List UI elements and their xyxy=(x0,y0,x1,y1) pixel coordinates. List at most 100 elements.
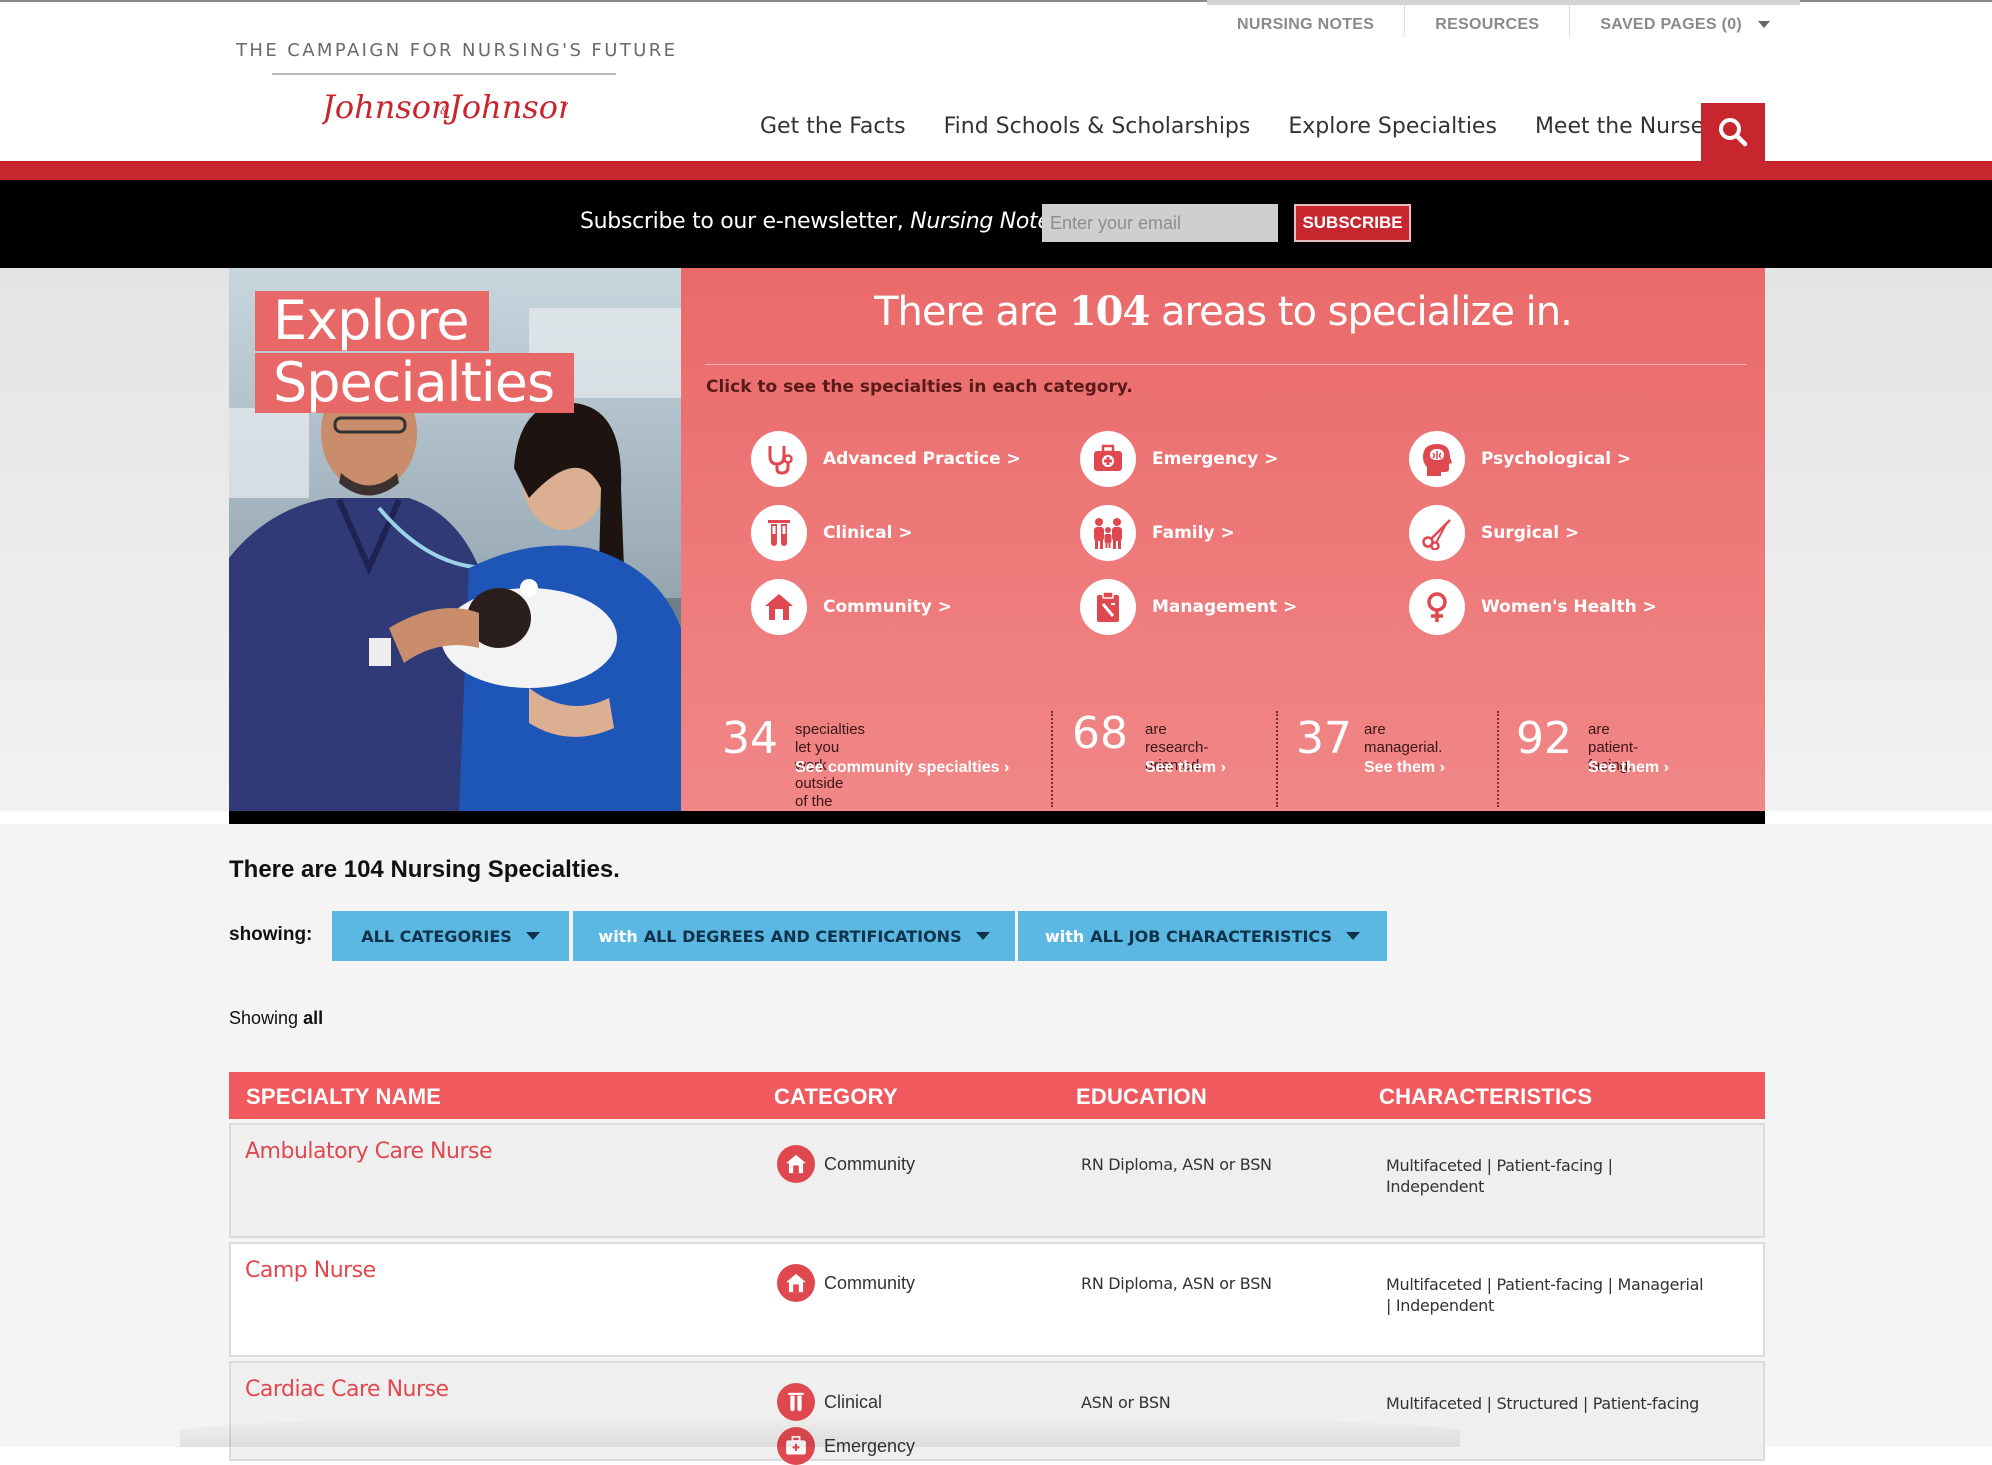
see-patient-facing-link[interactable]: See them › xyxy=(1588,759,1669,777)
jnj-logo[interactable]: Johnson & Johnson xyxy=(316,86,579,135)
hero-title-line2: Specialties xyxy=(255,353,575,413)
headline-post: areas to specialize in. xyxy=(1161,289,1573,335)
category-instruction: Click to see the specialties in each cat… xyxy=(706,377,1133,397)
campaign-title[interactable]: THE CAMPAIGN FOR NURSING'S FUTURE xyxy=(236,40,677,61)
chevron-down-icon xyxy=(1758,21,1771,29)
table-row[interactable]: Camp Nurse Community RN Diploma, ASN or … xyxy=(229,1242,1765,1357)
education-text: RN Diploma, ASN or BSN xyxy=(1081,1155,1272,1174)
nav-get-the-facts[interactable]: Get the Facts xyxy=(760,114,906,139)
main-nav: Get the Facts Find Schools & Scholarship… xyxy=(760,114,1754,139)
logo-divider xyxy=(272,73,616,75)
category-advanced-practice[interactable]: Advanced Practice > xyxy=(751,431,1021,487)
svg-text:&: & xyxy=(440,106,449,117)
category-label: Surgical > xyxy=(1481,523,1580,543)
clipboard-icon xyxy=(1080,579,1136,635)
characteristics-text: Multifaceted | Structured | Patient-faci… xyxy=(1386,1394,1700,1413)
family-icon xyxy=(1080,505,1136,561)
saved-pages-dropdown[interactable]: SAVED PAGES (0) xyxy=(1570,0,1801,36)
showing-status: Showing all xyxy=(229,1008,323,1029)
jnj-script-logo-icon: Johnson & Johnson xyxy=(316,88,579,126)
stat-number: 34 xyxy=(722,713,778,764)
filter-label: ALL CATEGORIES xyxy=(361,926,512,946)
category-label: Clinical > xyxy=(823,523,913,543)
showing-text: Showing xyxy=(229,1008,299,1028)
category-psychological[interactable]: Psychological > xyxy=(1409,431,1631,487)
hero-divider xyxy=(705,364,1747,365)
newsletter-name: Nursing Notes xyxy=(910,209,1062,234)
resources-link[interactable]: RESOURCES xyxy=(1405,0,1571,36)
see-research-link[interactable]: See them › xyxy=(1145,759,1226,777)
specialty-name-link[interactable]: Cardiac Care Nurse xyxy=(245,1377,449,1402)
chevron-down-icon xyxy=(975,932,990,940)
specialty-name-link[interactable]: Camp Nurse xyxy=(245,1258,376,1283)
newsletter-text: Subscribe to our e-newsletter, Nursing N… xyxy=(580,209,1062,234)
hero-title-line1: Explore xyxy=(255,291,489,351)
nav-explore-specialties[interactable]: Explore Specialties xyxy=(1288,114,1497,139)
category-management[interactable]: Management > xyxy=(1080,579,1297,635)
filter-label: ALL DEGREES AND CERTIFICATIONS xyxy=(643,926,962,946)
category-emergency[interactable]: Emergency > xyxy=(1080,431,1278,487)
nursing-notes-link[interactable]: NURSING NOTES xyxy=(1207,0,1406,36)
category-text: Community xyxy=(824,1153,916,1174)
header-red-bar xyxy=(0,161,1992,180)
see-managerial-link[interactable]: See them › xyxy=(1364,759,1445,777)
scissors-icon xyxy=(1409,505,1465,561)
stat-divider xyxy=(1051,711,1053,807)
hero-bottom-bar xyxy=(229,811,1765,824)
category-text: Clinical xyxy=(824,1391,883,1412)
chevron-down-icon xyxy=(1346,932,1360,940)
characteristics-text: Multifaceted | Patient-facing | Manageri… xyxy=(1386,1275,1704,1315)
showing-label: showing: xyxy=(229,924,313,945)
category-label: Family > xyxy=(1152,523,1235,543)
characteristics-text: Multifaceted | Patient-facing | Independe… xyxy=(1386,1156,1613,1196)
stat-description: are managerial. xyxy=(1364,721,1443,756)
column-characteristics[interactable]: CHARACTERISTICS xyxy=(1379,1084,1592,1110)
category-womens-health[interactable]: Women's Health > xyxy=(1409,579,1657,635)
female-symbol-icon xyxy=(1409,579,1465,635)
brain-head-icon xyxy=(1409,431,1465,487)
category-text: Community xyxy=(824,1272,916,1293)
specialties-heading: There are 104 Nursing Specialties. xyxy=(229,856,620,883)
characteristics-filter[interactable]: with ALL JOB CHARACTERISTICS xyxy=(1018,911,1387,961)
education-text: ASN or BSN xyxy=(1081,1393,1171,1412)
category-label: Psychological > xyxy=(1481,449,1632,469)
filter-prefix: with xyxy=(598,926,638,946)
see-community-specialties-link[interactable]: See community specialties › xyxy=(795,759,1009,777)
degree-filter[interactable]: with ALL DEGREES AND CERTIFICATIONS xyxy=(573,911,1015,961)
stethoscope-icon xyxy=(751,431,807,487)
row-category: Community xyxy=(777,1264,915,1302)
specialty-name-link[interactable]: Ambulatory Care Nurse xyxy=(245,1139,493,1164)
nav-meet-the-nurses[interactable]: Meet the Nurses xyxy=(1535,114,1716,139)
house-icon xyxy=(777,1264,815,1302)
column-education[interactable]: EDUCATION xyxy=(1076,1084,1207,1110)
category-surgical[interactable]: Surgical > xyxy=(1409,505,1579,561)
headline-number: 104 xyxy=(1068,288,1150,335)
stat-number: 68 xyxy=(1072,708,1128,759)
stat-number: 92 xyxy=(1516,713,1572,764)
category-community[interactable]: Community > xyxy=(751,579,952,635)
row-category: Community xyxy=(777,1145,915,1183)
column-category[interactable]: CATEGORY xyxy=(774,1084,898,1110)
category-clinical[interactable]: Clinical > xyxy=(751,505,913,561)
search-icon xyxy=(1719,118,1748,147)
category-label: Community > xyxy=(823,597,952,617)
category-label: Women's Health > xyxy=(1481,597,1657,617)
newsletter-label: Subscribe to our e-newsletter, xyxy=(580,209,904,234)
search-button[interactable] xyxy=(1701,103,1765,161)
email-input[interactable] xyxy=(1042,204,1278,242)
subscribe-button[interactable]: SUBSCRIBE xyxy=(1294,204,1411,242)
table-row[interactable]: Ambulatory Care Nurse Community RN Diplo… xyxy=(229,1123,1765,1238)
column-specialty-name[interactable]: SPECIALTY NAME xyxy=(246,1084,441,1110)
house-icon xyxy=(777,1145,815,1183)
saved-pages-label: SAVED PAGES (0) xyxy=(1600,16,1743,33)
category-label: Emergency > xyxy=(1152,449,1279,469)
utility-nav: NURSING NOTES RESOURCES SAVED PAGES (0) xyxy=(1207,0,1801,36)
test-tubes-icon xyxy=(751,505,807,561)
svg-text:Johnson: Johnson xyxy=(322,88,452,126)
category-label: Management > xyxy=(1152,597,1298,617)
chevron-down-icon xyxy=(525,932,540,940)
category-family[interactable]: Family > xyxy=(1080,505,1235,561)
headline-pre: There are xyxy=(874,289,1058,335)
nav-find-schools[interactable]: Find Schools & Scholarships xyxy=(944,114,1251,139)
category-filter[interactable]: ALL CATEGORIES xyxy=(332,911,569,961)
